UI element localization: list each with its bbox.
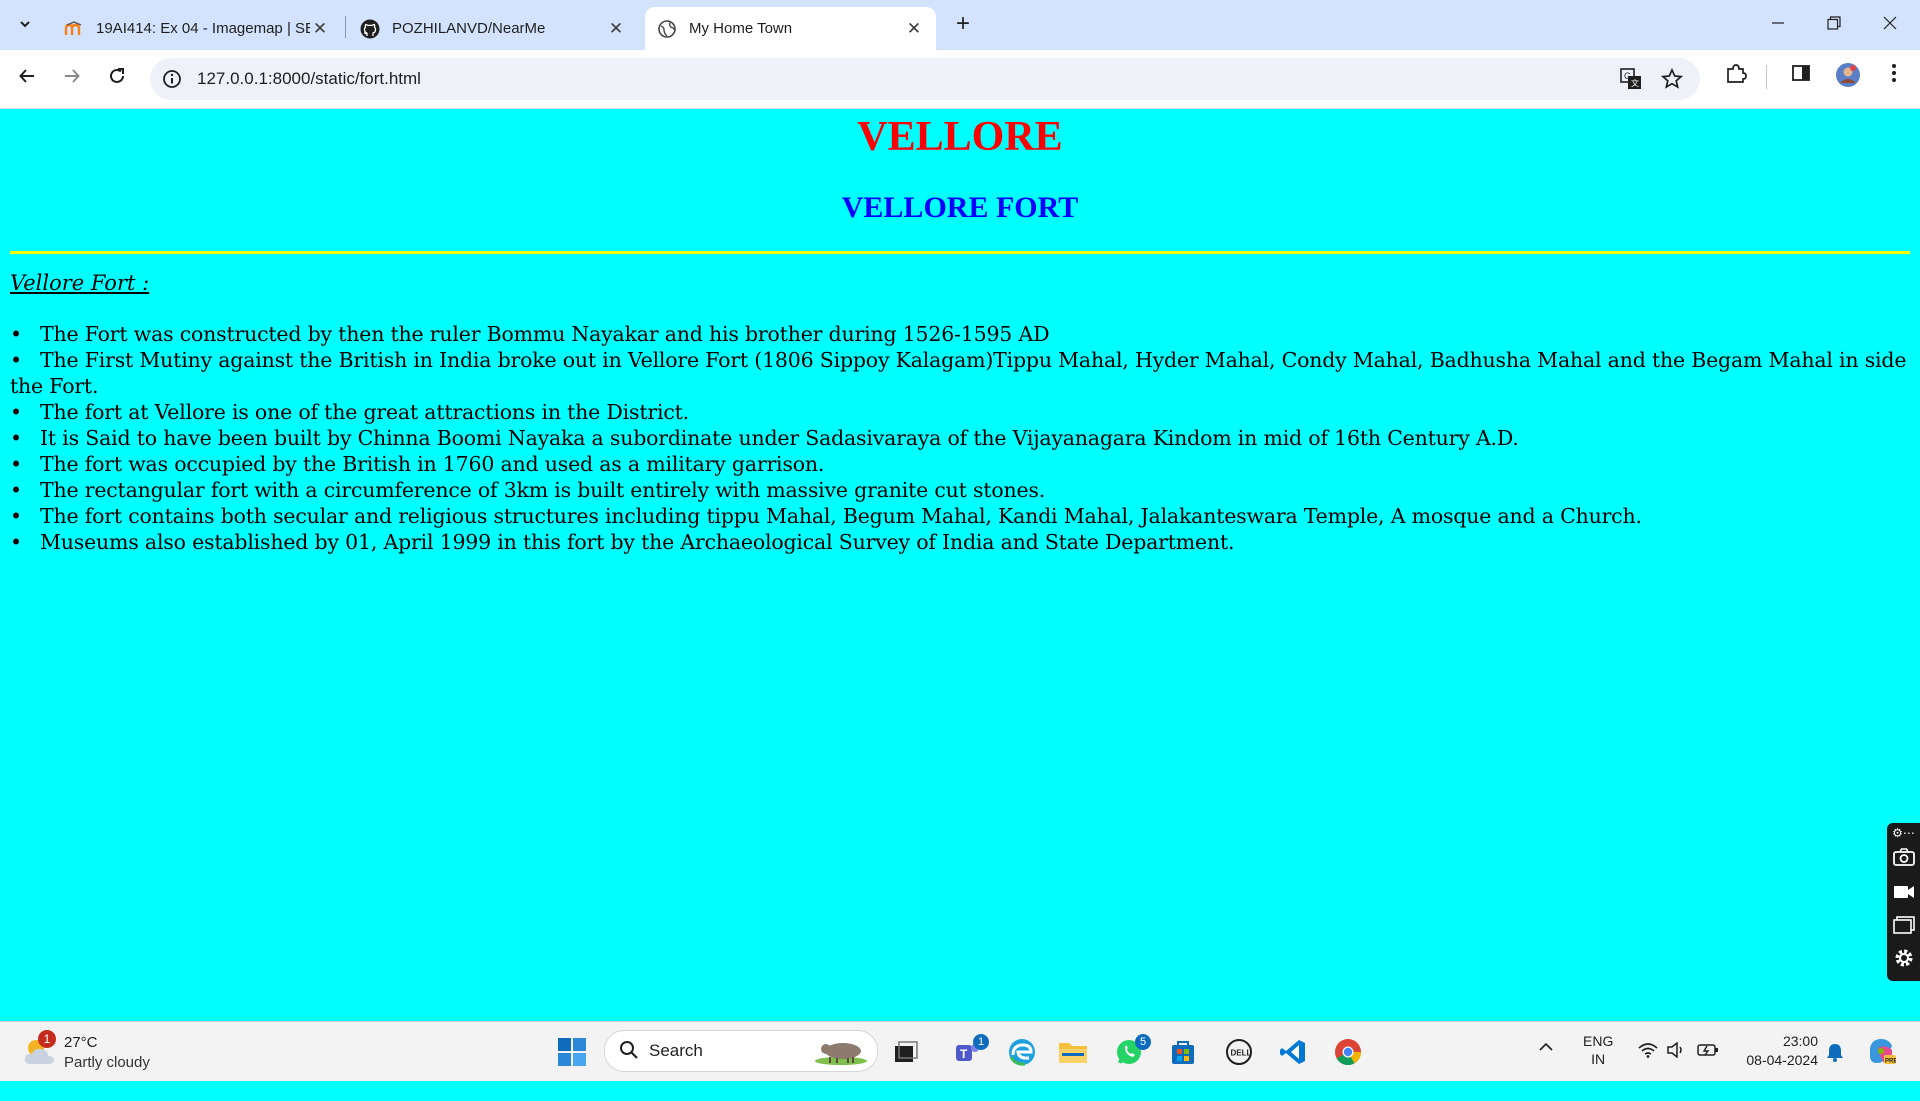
tab-github[interactable]: POZHILANVD/NearMe ✕ — [348, 7, 638, 50]
camera-icon[interactable] — [1887, 843, 1920, 877]
horizontal-rule — [10, 251, 1910, 254]
volume-icon[interactable] — [1666, 1041, 1686, 1101]
back-button[interactable] — [10, 62, 44, 96]
moodle-favicon-icon — [64, 19, 84, 39]
dell-icon[interactable]: DELL — [1217, 1030, 1261, 1074]
new-tab-button[interactable]: + — [948, 10, 978, 40]
tab-search-button[interactable] — [10, 10, 40, 40]
list-item: Museums also established by 01, April 19… — [10, 529, 1910, 555]
browser-toolbar: 127.0.0.1:8000/static/fort.html G文 — [0, 50, 1920, 109]
chrome-icon[interactable] — [1326, 1030, 1370, 1074]
web-page: VELLORE VELLORE FORT Vellore Fort : The … — [0, 109, 1920, 1021]
tab-title: My Home Town — [689, 20, 793, 37]
weather-widget[interactable]: 1 27°C Partly cloudy — [22, 1030, 222, 1074]
capture-toolbar: ⚙⋯ — [1887, 823, 1920, 981]
windows-taskbar: 1 27°C Partly cloudy Search T 1 5 DELL E… — [0, 1021, 1920, 1081]
page-heading: VELLORE — [857, 114, 1063, 160]
start-button[interactable] — [550, 1030, 594, 1074]
copilot-icon[interactable]: PRE — [1866, 1036, 1897, 1095]
microsoft-store-icon[interactable] — [1161, 1030, 1205, 1074]
weather-alert-badge: 1 — [38, 1030, 56, 1048]
address-bar[interactable]: 127.0.0.1:8000/static/fort.html G文 — [150, 58, 1700, 100]
list-item: The Fort was constructed by then the rul… — [10, 321, 1910, 347]
svg-text:文: 文 — [1631, 78, 1639, 88]
globe-icon — [657, 19, 677, 39]
side-panel-icon[interactable] — [1786, 62, 1816, 92]
show-hidden-icons-chevron[interactable] — [1538, 1040, 1554, 1099]
close-tab-icon[interactable]: ✕ — [310, 19, 330, 39]
tab-title: 19AI414: Ex 04 - Imagemap | SE — [96, 20, 310, 37]
svg-text:PRE: PRE — [1885, 1059, 1896, 1065]
edge-icon[interactable] — [1000, 1030, 1044, 1074]
reload-button[interactable] — [100, 62, 134, 96]
whatsapp-icon[interactable]: 5 — [1107, 1030, 1151, 1074]
svg-text:T: T — [960, 1047, 968, 1061]
date: 08-04-2024 — [1746, 1052, 1818, 1068]
close-tab-icon[interactable]: ✕ — [606, 19, 626, 39]
taskbar-search[interactable]: Search — [604, 1030, 878, 1072]
list-item: The fort contains both secular and relig… — [10, 503, 1910, 529]
video-camera-icon[interactable] — [1887, 877, 1920, 911]
search-icon — [619, 1040, 639, 1065]
minimize-button[interactable] — [1750, 0, 1806, 48]
browser-menu-icon[interactable] — [1879, 62, 1909, 92]
tab-title: POZHILANVD/NearMe — [392, 20, 546, 37]
whatsapp-badge: 5 — [1135, 1034, 1151, 1050]
facts-list: The Fort was constructed by then the rul… — [10, 321, 1910, 555]
site-info-icon[interactable] — [162, 69, 182, 89]
settings-gear-icon[interactable] — [1887, 945, 1920, 979]
weather-condition: Partly cloudy — [64, 1054, 150, 1071]
chevron-down-icon — [18, 17, 32, 34]
language-code: ENG — [1583, 1033, 1614, 1049]
close-tab-icon[interactable]: ✕ — [904, 19, 924, 39]
vscode-icon[interactable] — [1271, 1030, 1315, 1074]
teams-icon[interactable]: T 1 — [945, 1030, 989, 1074]
tab-imagemap[interactable]: 19AI414: Ex 04 - Imagemap | SE ✕ — [52, 7, 342, 50]
notification-bell-icon[interactable] — [1826, 1042, 1844, 1101]
extensions-puzzle-icon[interactable] — [1721, 62, 1751, 92]
list-item: The First Mutiny against the British in … — [10, 347, 1910, 399]
toolbar-separator — [1766, 65, 1767, 89]
url-text[interactable]: 127.0.0.1:8000/static/fort.html — [197, 58, 421, 100]
list-item: It is Said to have been built by Chinna … — [10, 425, 1910, 451]
region-code: IN — [1591, 1051, 1606, 1067]
search-label: Search — [649, 1041, 703, 1060]
translate-icon[interactable]: G文 — [1619, 68, 1643, 92]
window-capture-icon[interactable] — [1887, 911, 1920, 945]
battery-icon[interactable] — [1697, 1042, 1719, 1101]
file-explorer-icon[interactable] — [1051, 1030, 1095, 1074]
bookmark-star-icon[interactable] — [1660, 67, 1684, 92]
profile-avatar[interactable] — [1833, 62, 1863, 92]
task-view-icon[interactable] — [884, 1030, 928, 1074]
tab-my-home-town[interactable]: My Home Town ✕ — [645, 7, 936, 50]
section-label: Vellore Fort : — [10, 271, 150, 295]
teams-badge: 1 — [973, 1034, 989, 1050]
tab-strip: 19AI414: Ex 04 - Imagemap | SE ✕ POZHILA… — [0, 0, 1920, 50]
list-item: The fort was occupied by the British in … — [10, 451, 1910, 477]
svg-text:G: G — [1624, 71, 1631, 81]
list-item: The fort at Vellore is one of the great … — [10, 399, 1910, 425]
close-window-button[interactable] — [1862, 0, 1918, 48]
restore-button[interactable] — [1806, 0, 1862, 48]
more-options-icon[interactable]: ⚙⋯ — [1887, 823, 1920, 843]
forward-button[interactable] — [55, 62, 89, 96]
time: 23:00 — [1782, 1033, 1818, 1049]
search-highlight-image — [813, 1037, 869, 1065]
wifi-icon[interactable] — [1638, 1042, 1658, 1101]
github-icon — [360, 19, 380, 39]
list-item: The rectangular fort with a circumferenc… — [10, 477, 1910, 503]
tab-separator — [345, 16, 346, 38]
page-subheading: VELLORE FORT — [841, 191, 1079, 224]
clock[interactable]: 23:00 08-04-2024 — [1738, 1032, 1818, 1091]
svg-text:DELL: DELL — [1231, 1049, 1252, 1058]
input-language[interactable]: ENG IN — [1583, 1032, 1613, 1091]
temperature: 27°C — [64, 1034, 98, 1051]
